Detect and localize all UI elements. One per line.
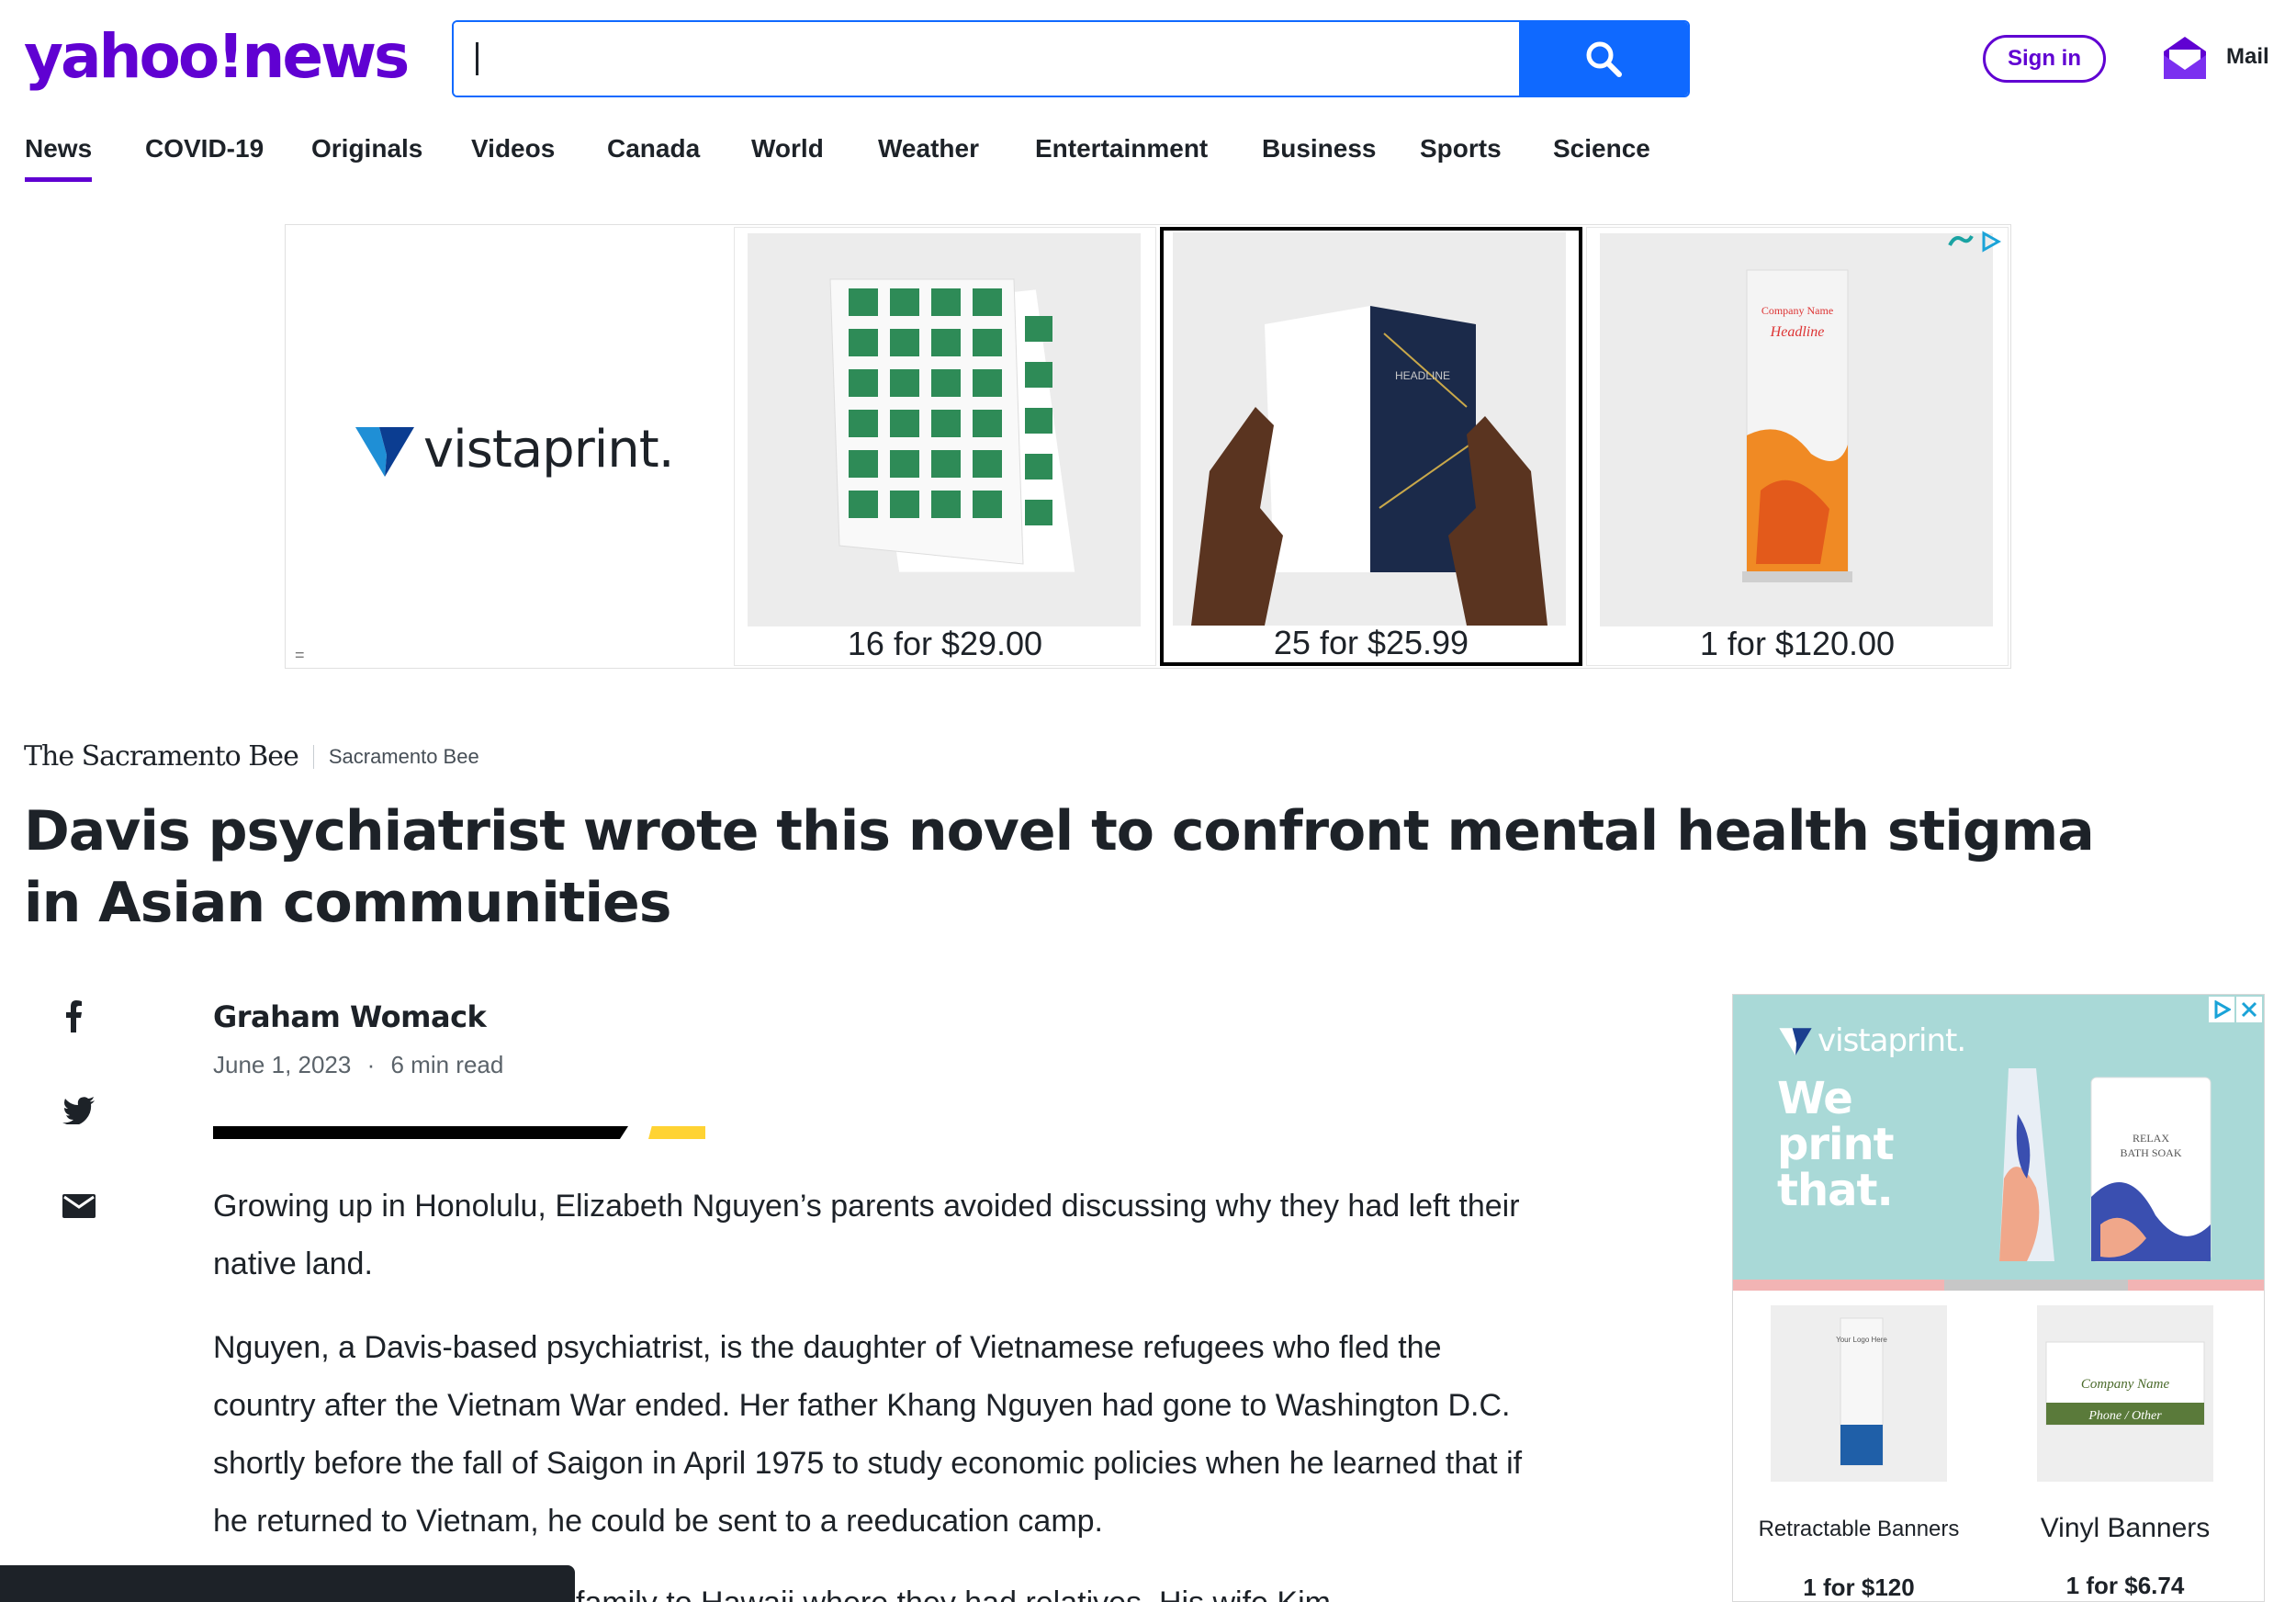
read-time: 6 min read: [390, 1051, 504, 1078]
stickers-product-image: [748, 233, 1141, 626]
nav-item-world[interactable]: World: [751, 134, 824, 182]
email-icon[interactable]: [62, 1194, 96, 1218]
source-name[interactable]: Sacramento Bee: [329, 745, 479, 769]
pouch-label-1: RELAX: [2133, 1132, 2169, 1145]
nav-item-originals[interactable]: Originals: [311, 134, 422, 182]
ad-card-banner[interactable]: Company Name Headline 1 for $120.00: [1586, 227, 2009, 666]
publish-date: June 1, 2023: [213, 1051, 352, 1078]
ad-play-icon[interactable]: [2209, 997, 2234, 1022]
search-button[interactable]: [1519, 22, 1688, 96]
sign-in-button[interactable]: Sign in: [1983, 35, 2106, 83]
vistaprint-logo[interactable]: vistaprint.: [355, 420, 675, 479]
byline-divider-yellow: [648, 1126, 705, 1139]
banner-headline: Headline: [1770, 324, 1825, 340]
top-banner-ad[interactable]: vistaprint. = 16 for $29.00 HEADLINE 25 …: [285, 224, 2011, 669]
close-icon[interactable]: [2236, 997, 2262, 1022]
vinyl-phone-text: Phone / Other: [2088, 1409, 2162, 1423]
ad-card-stickers[interactable]: 16 for $29.00: [734, 227, 1156, 666]
vistaprint-wordmark: vistaprint.: [423, 420, 675, 479]
article-meta: June 1, 2023 · 6 min read: [213, 1051, 512, 1079]
article-headline: Davis psychiatrist wrote this novel to c…: [24, 799, 2095, 935]
side-ad-hero[interactable]: vistaprint. We print that. RELAX BATH SO…: [1733, 995, 2264, 1280]
adchoices-icon: [1948, 235, 1974, 246]
nav-item-entertainment[interactable]: Entertainment: [1035, 134, 1208, 182]
adchoices-badge[interactable]: [1946, 231, 2001, 253]
pouch-product-image: RELAX BATH SOAK: [1999, 1068, 2212, 1262]
ad-price-banner: 1 for $120.00: [1699, 625, 1896, 662]
side-ad-tagline: We print that.: [1777, 1073, 1895, 1216]
mail-icon[interactable]: [2160, 33, 2210, 83]
text-caret: [476, 42, 478, 75]
brochure-headline: HEADLINE: [1395, 369, 1450, 382]
nav-item-news[interactable]: News: [25, 134, 93, 182]
vinyl-company-text: Company Name: [2081, 1377, 2170, 1392]
article-paragraph: Nguyen, a Davis-based psychiatrist, is t…: [213, 1330, 1523, 1539]
byline-divider-black: [213, 1126, 628, 1139]
article-source: The Sacramento Bee Sacramento Bee: [24, 740, 479, 773]
twitter-icon[interactable]: [62, 1097, 96, 1124]
retractable-logo-text: Your Logo Here: [1836, 1336, 1887, 1344]
side-vistaprint-logo: vistaprint.: [1779, 1022, 1966, 1059]
sacramento-bee-logo[interactable]: The Sacramento Bee: [24, 740, 299, 773]
side-ad-item-name: Vinyl Banners: [2040, 1513, 2211, 1543]
brochure-product-image: HEADLINE: [1173, 232, 1566, 626]
side-ad[interactable]: vistaprint. We print that. RELAX BATH SO…: [1732, 994, 2265, 1602]
side-ad-item-name: Retractable Banners: [1758, 1517, 1960, 1541]
ad-card-brochures[interactable]: HEADLINE 25 for $25.99: [1160, 227, 1582, 666]
facebook-icon[interactable]: [62, 999, 84, 1032]
ad-price-stickers: 16 for $29.00: [847, 625, 1043, 662]
retractable-banner-image: Your Logo Here: [1771, 1305, 1947, 1482]
pouch-label-2: BATH SOAK: [2120, 1146, 2181, 1159]
side-ad-item-price: 1 for $6.74: [2065, 1572, 2185, 1599]
vistaprint-v-icon: [1779, 1028, 1812, 1055]
source-divider: [312, 744, 314, 769]
nav-item-videos[interactable]: Videos: [471, 134, 555, 182]
nav-item-business[interactable]: Business: [1262, 134, 1377, 182]
side-ad-item-retractable[interactable]: Your Logo Here Retractable Banners 1 for…: [1744, 1305, 1974, 1601]
ad-price-brochures: 25 for $25.99: [1273, 624, 1469, 661]
article-paragraph: Growing up in Honolulu, Elizabeth Nguyen…: [213, 1189, 1520, 1281]
banner-product-image: Company Name Headline: [1600, 233, 1993, 626]
ad-play-icon: [1982, 231, 2001, 253]
ad-menu-icon[interactable]: =: [295, 646, 305, 665]
carousel-progress-fill: [1944, 1280, 2128, 1291]
side-ad-item-vinyl[interactable]: Company Name Phone / Other Vinyl Banners…: [2010, 1305, 2240, 1600]
bottom-toast[interactable]: [0, 1565, 575, 1602]
nav-item-sports[interactable]: Sports: [1420, 134, 1502, 182]
yahoo-news-logo[interactable]: yahoo!news: [24, 20, 410, 94]
nav-item-weather[interactable]: Weather: [878, 134, 979, 182]
nav-item-canada[interactable]: Canada: [607, 134, 700, 182]
side-vistaprint-wordmark: vistaprint.: [1818, 1022, 1966, 1059]
nav-item-covid-19[interactable]: COVID-19: [145, 134, 264, 182]
vistaprint-v-icon: [355, 426, 414, 477]
search-bar[interactable]: [452, 20, 1690, 97]
meta-separator: ·: [366, 1051, 376, 1078]
side-ad-item-price: 1 for $120: [1803, 1574, 1915, 1601]
search-icon: [1586, 41, 1622, 77]
side-ad-carousel-progress: [1733, 1280, 2264, 1291]
banner-company: Company Name: [1761, 304, 1833, 317]
vinyl-banner-image: Company Name Phone / Other: [2037, 1305, 2213, 1482]
search-input[interactable]: [454, 22, 1523, 96]
author-name[interactable]: Graham Womack: [213, 999, 487, 1034]
side-adchoices[interactable]: [2209, 997, 2262, 1022]
mail-link[interactable]: Mail: [2226, 44, 2269, 70]
nav-item-science[interactable]: Science: [1553, 134, 1650, 182]
